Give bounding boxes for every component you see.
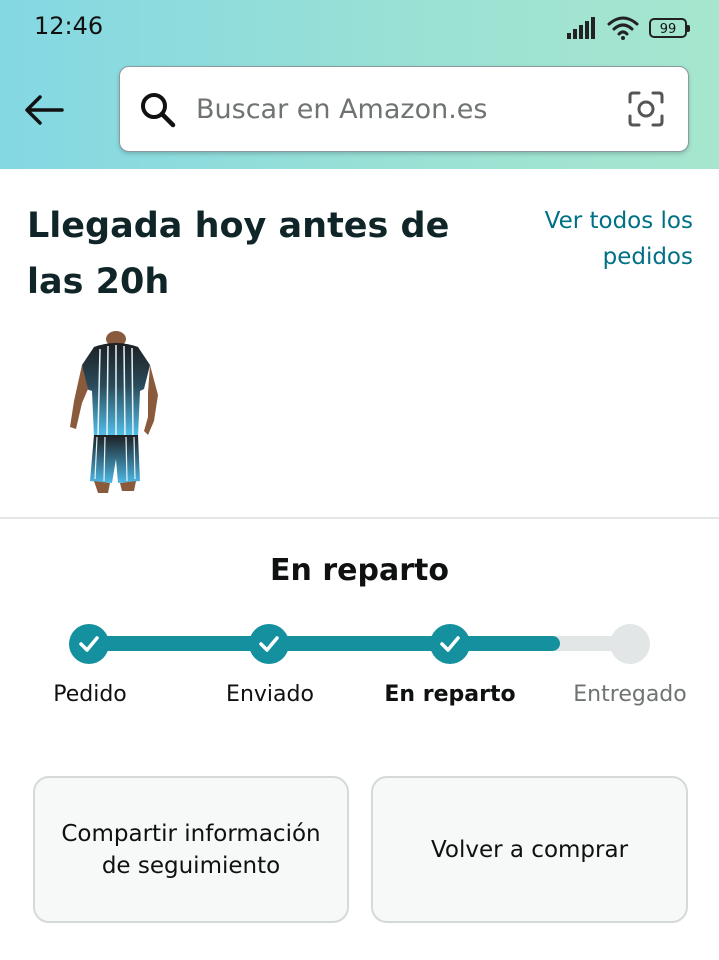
tracking-status-title: En reparto [270,553,449,588]
check-icon [79,636,99,652]
buy-again-button[interactable]: Volver a comprar [371,776,688,923]
step-label-entregado: Entregado [573,682,687,707]
status-icons: 99 [567,14,690,42]
step-dot-enviado [249,624,289,664]
search-icon [141,93,176,128]
search-input[interactable] [196,87,596,131]
share-tracking-label: Compartir información de seguimiento [61,820,321,879]
back-arrow-icon [25,95,64,125]
step-dot-en-reparto [430,624,470,664]
product-image[interactable] [64,331,164,495]
buy-again-label: Volver a comprar [430,836,629,863]
step-dot-pedido [69,624,109,664]
app-header: 12:46 99 [0,0,719,169]
check-icon [259,636,279,652]
share-tracking-button[interactable]: Compartir información de seguimiento [33,776,349,923]
section-divider [0,517,719,519]
check-icon [440,636,460,652]
camera-scan-icon[interactable] [626,89,666,129]
progress-fill [89,636,560,651]
wifi-icon [607,16,639,40]
back-button[interactable] [20,86,68,134]
battery-icon: 99 [649,18,690,38]
signal-icon [567,17,595,39]
step-label-pedido: Pedido [53,682,127,707]
sports-outfit-image [70,331,158,493]
step-dot-entregado [610,624,650,664]
search-bar[interactable] [119,66,689,152]
step-label-enviado: Enviado [226,682,314,707]
delivery-title: Llegada hoy antes de las 20h [27,206,450,302]
status-time: 12:46 [34,12,104,40]
step-label-en-reparto: En reparto [384,682,516,707]
view-all-orders-link[interactable]: Ver todos los pedidos [493,203,693,275]
